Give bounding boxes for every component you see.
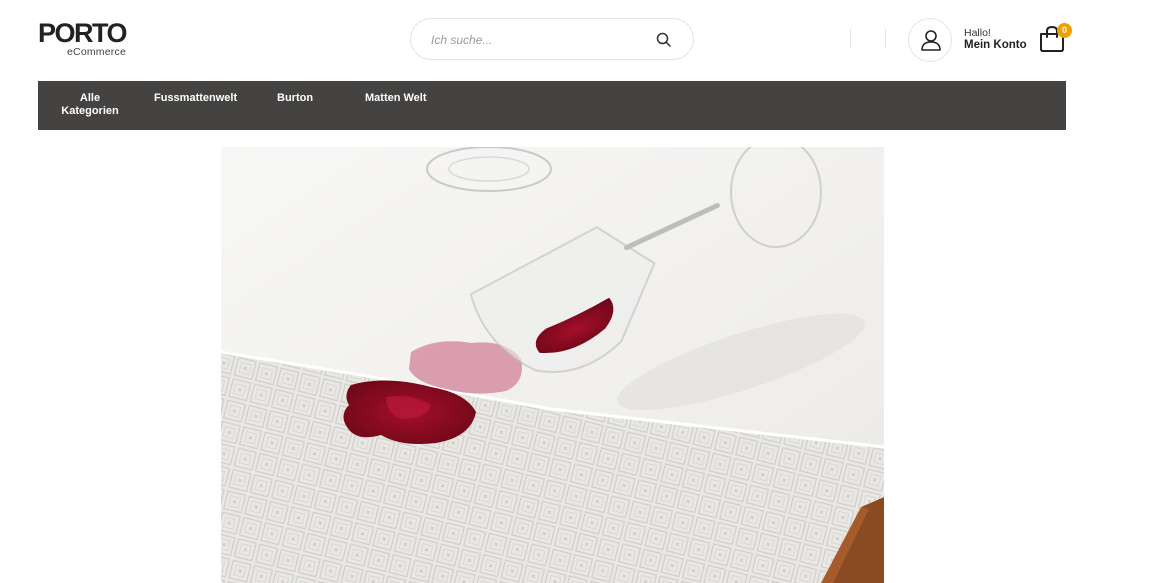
nav-item-label: Kategorien [61, 105, 119, 117]
user-icon [921, 30, 941, 51]
nav-item-matten-welt[interactable]: Matten Welt [365, 92, 427, 105]
header-divider [885, 29, 886, 49]
nav-item-fussmattenwelt[interactable]: Fussmattenwelt [154, 92, 237, 105]
nav-item-label: Alle [79, 92, 101, 104]
header-divider [850, 29, 851, 49]
cart-count-badge: 0 [1057, 23, 1072, 38]
nav-item-burton[interactable]: Burton [277, 92, 313, 105]
search-icon[interactable] [655, 31, 673, 49]
search-input[interactable] [431, 30, 651, 50]
site-header: PORTO eCommerce Hallo! Mein Konto 0 [0, 0, 1170, 81]
account-link[interactable]: Mein Konto [964, 39, 1027, 51]
nav-item-all-categories[interactable]: Alle Kategorien [58, 92, 122, 118]
hero-image [221, 147, 884, 583]
main-navigation: Alle Kategorien Fussmattenwelt Burton Ma… [38, 81, 1066, 130]
logo-wordmark: PORTO [38, 18, 128, 48]
search-bar[interactable] [410, 18, 694, 60]
logo-subtext: eCommerce [67, 46, 126, 58]
logo[interactable]: PORTO eCommerce [38, 20, 138, 60]
account-button[interactable] [908, 18, 952, 62]
account-greeting: Hallo! [964, 27, 991, 39]
wine-spill-illustration [221, 147, 884, 583]
